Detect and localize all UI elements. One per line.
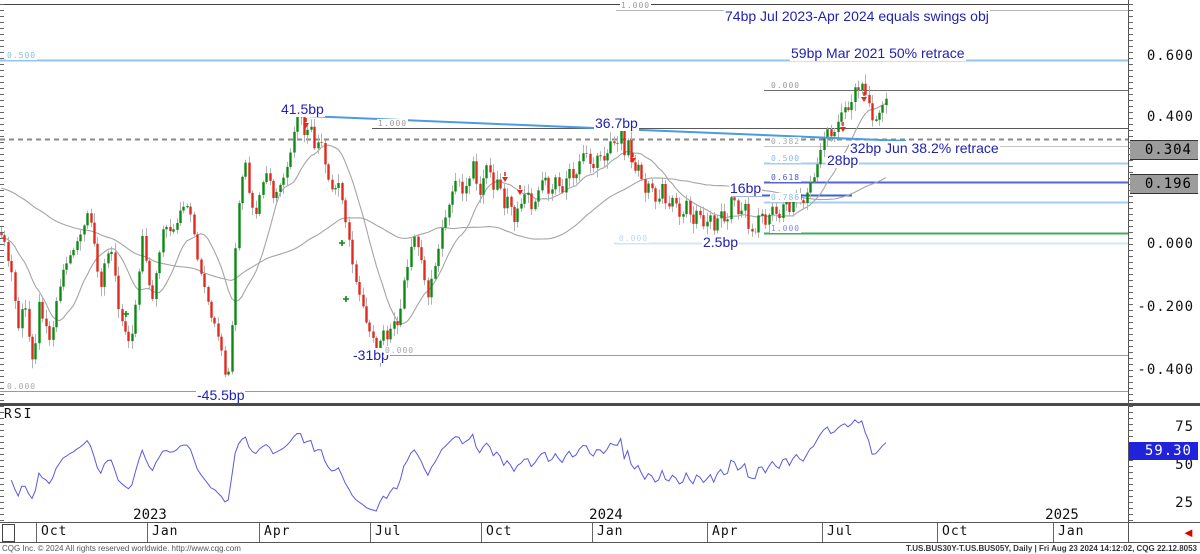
- chart-annotation: 32bp Jun 38.2% retrace: [849, 141, 1000, 156]
- fib-level-label: 1.000: [377, 119, 408, 128]
- fib-level-label: 0.000: [6, 382, 37, 391]
- fast-ma-line: [1, 103, 886, 323]
- status-bar-symbol-info: T.US.BUS30Y-T.US.BUS05Y, Daily | Fri Aug…: [906, 543, 1197, 554]
- time-scroll-handle[interactable]: [2, 524, 15, 542]
- time-axis-month-label: Oct: [942, 524, 968, 539]
- month-divider: [481, 523, 482, 542]
- time-axis-month-label: Jul: [375, 524, 401, 539]
- time-axis-month-label: Jan: [152, 524, 178, 539]
- price-axis-label: -0.400: [1128, 362, 1194, 378]
- fib-level-label: 1.000: [620, 1, 651, 10]
- chart-annotation: 41.5bp: [280, 102, 325, 117]
- buy-signal-plus-icon: [123, 311, 129, 317]
- rsi-line: [11, 420, 886, 511]
- fib-level-label: 0.500: [6, 51, 37, 60]
- chart-annotation: 74bp Jul 2023-Apr 2024 equals swings obj: [724, 9, 990, 24]
- time-axis-year-label: 2023: [133, 507, 167, 523]
- month-divider: [370, 523, 371, 542]
- sell-signal-arrow-icon: [840, 122, 846, 132]
- chart-annotation: 28bp: [826, 153, 859, 168]
- month-divider: [147, 523, 148, 542]
- time-axis-year-label: 2024: [589, 507, 623, 523]
- price-level-badge-lower: 0.196: [1130, 174, 1198, 194]
- price-axis-label: 0.000: [1128, 236, 1194, 252]
- price-axis-label: 0.600: [1128, 48, 1194, 64]
- month-divider: [1053, 523, 1054, 542]
- price-axis-label: -0.200: [1128, 299, 1194, 315]
- left-price-ticks: [0, 4, 4, 403]
- month-divider: [937, 523, 938, 542]
- month-divider: [259, 523, 260, 542]
- fib-level-label: 0.618: [770, 173, 801, 182]
- candles-up: [23, 84, 887, 375]
- rsi-panel-title: RSI: [4, 407, 33, 422]
- month-divider: [592, 523, 593, 542]
- left-rsi-ticks: [0, 406, 4, 522]
- buy-signal-plus-icon: [339, 240, 345, 246]
- cqg-chart-window: 0.6000.4000.000-0.200-0.400 0.304 0.196 …: [0, 0, 1200, 554]
- price-rsi-separator[interactable]: [0, 403, 1200, 406]
- month-divider: [707, 523, 708, 542]
- month-divider: [822, 523, 823, 542]
- chart-top-border: [0, 4, 1128, 5]
- time-axis-month-label: Oct: [41, 524, 67, 539]
- month-divider: [36, 523, 37, 542]
- buy-signal-plus-icon: [343, 296, 349, 302]
- fib-level-label: 0.000: [770, 81, 801, 90]
- status-bar-copyright: CQG Inc. © 2024 All rights reserved worl…: [2, 543, 241, 554]
- chart-annotation: -45.5bp: [196, 388, 245, 403]
- time-axis-month-label: Jul: [827, 524, 853, 539]
- price-axis-label: 0.400: [1128, 109, 1194, 125]
- chart-annotation: 16bp: [729, 181, 762, 196]
- fib-level-label: 0.786: [770, 193, 801, 202]
- price-level-badge-upper: 0.304: [1130, 140, 1198, 160]
- chart-annotation: 59bp Mar 2021 50% retrace: [790, 46, 966, 61]
- sell-signal-arrow-icon: [502, 172, 508, 182]
- chart-annotation: 36.7bp: [594, 116, 639, 131]
- rsi-axis-label: 75: [1128, 419, 1194, 435]
- time-axis-month-label: Apr: [264, 524, 290, 539]
- fib-level-label: 0.000: [618, 234, 649, 243]
- scroll-right-arrow-icon[interactable]: ◄: [1182, 526, 1195, 540]
- rsi-axis-label: 25: [1128, 495, 1194, 511]
- rsi-value-badge: 59.30: [1129, 442, 1198, 460]
- time-axis-month-label: Jan: [597, 524, 623, 539]
- time-axis-month-label: Jan: [1058, 524, 1084, 539]
- fib-level-label: 0.382: [770, 137, 801, 146]
- fib-level-label: 0.000: [384, 346, 415, 355]
- candle-wicks: [2, 74, 887, 377]
- time-axis-year-label: 2025: [1045, 507, 1079, 523]
- price-chart-canvas[interactable]: [0, 0, 1200, 554]
- chart-annotation: 2.5bp: [702, 235, 739, 250]
- fib-level-label: 0.500: [770, 154, 801, 163]
- time-axis-month-label: Oct: [486, 524, 512, 539]
- time-axis-month-label: Apr: [712, 524, 738, 539]
- fib-level-label: 1.000: [770, 224, 801, 233]
